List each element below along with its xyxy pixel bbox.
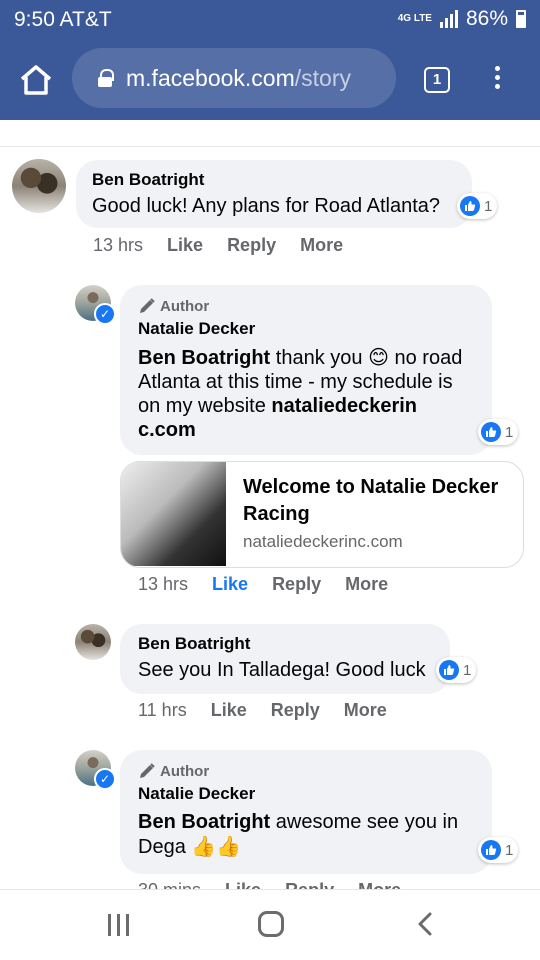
tabs-icon[interactable]: 1 <box>424 67 450 93</box>
network-type: 4G LTE <box>397 13 432 24</box>
comment-author[interactable]: Ben Boatright <box>92 170 456 190</box>
comment-bubble[interactable]: Ben Boatright Good luck! Any plans for R… <box>76 160 472 228</box>
like-reaction-icon <box>460 196 480 216</box>
comment-time[interactable]: 30 mins <box>138 880 201 889</box>
home-icon[interactable] <box>18 62 54 98</box>
more-button[interactable]: More <box>344 700 387 721</box>
verified-badge-icon: ✓ <box>94 768 116 790</box>
more-button[interactable]: More <box>345 574 388 595</box>
comment-author[interactable]: Natalie Decker <box>138 319 474 339</box>
lock-icon <box>98 69 114 87</box>
link-preview-card[interactable]: Welcome to Natalie Decker Racing natalie… <box>120 461 524 568</box>
like-reaction-icon <box>481 840 501 860</box>
verified-badge-icon: ✓ <box>94 303 116 325</box>
mention-link[interactable]: Ben Boatright <box>138 347 270 369</box>
comments-feed[interactable]: Ben Boatright Good luck! Any plans for R… <box>0 147 540 889</box>
comment-ben-2: Ben Boatright See you In Talladega! Good… <box>0 621 540 731</box>
comment-natalie-2: ✓ Author Natalie Decker Ben Boatright aw… <box>0 747 540 889</box>
status-bar: 9:50 AT&T 4G LTE 86% <box>0 0 540 40</box>
author-tag: Author <box>138 297 474 315</box>
reply-button[interactable]: Reply <box>272 574 321 595</box>
comment-actions: 13 hrs Like Reply More <box>138 574 388 595</box>
comment-actions: 30 mins Like Reply More <box>138 880 401 889</box>
comment-time[interactable]: 11 hrs <box>138 700 187 721</box>
comment-actions: 11 hrs Like Reply More <box>138 700 387 721</box>
reaction-count[interactable]: 1 <box>436 657 477 683</box>
back-icon[interactable] <box>414 912 438 936</box>
reply-button[interactable]: Reply <box>271 700 320 721</box>
comment-ben-1: Ben Boatright Good luck! Any plans for R… <box>0 147 540 267</box>
mention-link[interactable]: Ben Boatright <box>138 811 270 833</box>
overflow-menu-icon[interactable] <box>490 66 504 96</box>
url-path: /story <box>294 64 351 91</box>
reply-button[interactable]: Reply <box>285 880 334 889</box>
author-tag: Author <box>138 762 474 780</box>
smile-emoji: 😊 <box>368 345 389 369</box>
more-button[interactable]: More <box>300 235 343 256</box>
recent-apps-icon[interactable] <box>108 914 129 936</box>
battery-icon <box>516 10 526 28</box>
avatar[interactable] <box>75 624 111 660</box>
like-button[interactable]: Like <box>167 235 203 256</box>
like-button[interactable]: Like <box>211 700 247 721</box>
comment-bubble[interactable]: Ben Boatright See you In Talladega! Good… <box>120 624 450 694</box>
reply-button[interactable]: Reply <box>227 235 276 256</box>
avatar[interactable] <box>12 159 66 213</box>
pen-icon <box>140 298 155 313</box>
reaction-count[interactable]: 1 <box>478 837 519 863</box>
like-reaction-icon <box>481 422 501 442</box>
reaction-count[interactable]: 1 <box>478 419 519 445</box>
thumbs-up-emoji: 👍👍 <box>191 834 242 858</box>
comment-author[interactable]: Ben Boatright <box>138 634 432 654</box>
comment-actions: 13 hrs Like Reply More <box>93 235 343 256</box>
comment-bubble[interactable]: Author Natalie Decker Ben Boatright than… <box>120 285 492 455</box>
link-preview-title[interactable]: Welcome to Natalie Decker Racing <box>243 474 513 528</box>
status-indicators: 4G LTE 86% <box>398 7 526 31</box>
battery-percent: 86% <box>465 7 508 30</box>
comment-text: Ben Boatright awesome see you in Dega 👍👍 <box>138 811 459 858</box>
pen-icon <box>140 763 155 778</box>
comment-text: See you In Talladega! Good luck <box>138 659 426 681</box>
browser-toolbar: m.facebook.com/story 1 <box>0 40 540 120</box>
link-preview-domain: nataliedeckerinc.com <box>243 532 403 551</box>
home-nav-icon[interactable] <box>258 911 284 937</box>
comment-bubble[interactable]: Author Natalie Decker Ben Boatright awes… <box>120 750 492 874</box>
like-button[interactable]: Like <box>212 574 248 595</box>
comment-text: Good luck! Any plans for Road Atlanta? <box>92 195 440 217</box>
like-button[interactable]: Like <box>225 880 261 889</box>
address-bar[interactable]: m.facebook.com/story <box>72 48 396 108</box>
comment-text: Ben Boatright thank you 😊 no road Atlant… <box>138 345 463 441</box>
more-button[interactable]: More <box>358 880 401 889</box>
comment-time[interactable]: 13 hrs <box>138 574 188 595</box>
comment-author[interactable]: Natalie Decker <box>138 784 474 804</box>
system-navigation-bar <box>0 889 540 960</box>
signal-icon <box>439 10 458 28</box>
reaction-count[interactable]: 1 <box>457 193 498 219</box>
url-host: m.facebook.com <box>126 64 295 91</box>
status-time: 9:50 AT&T <box>14 8 112 31</box>
comment-natalie-1: ✓ Author Natalie Decker Ben Boatright th… <box>0 283 540 595</box>
comment-time[interactable]: 13 hrs <box>93 235 143 256</box>
link-preview-image <box>121 462 226 566</box>
like-reaction-icon <box>439 660 459 680</box>
